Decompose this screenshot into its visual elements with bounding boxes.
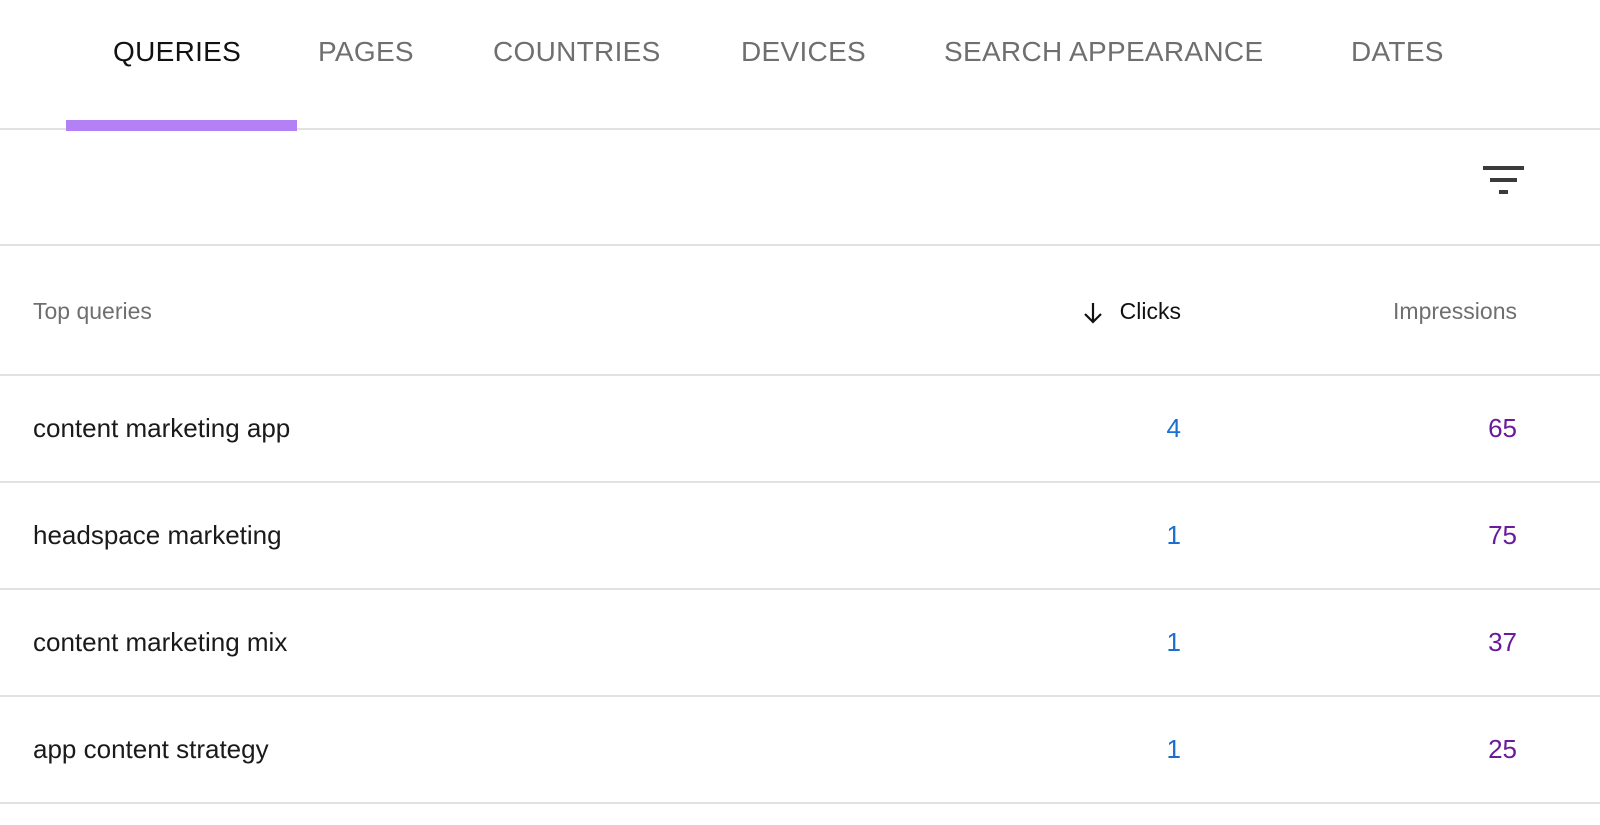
tab-queries[interactable]: QUERIES bbox=[113, 36, 241, 68]
clicks-cell: 4 bbox=[1166, 413, 1181, 443]
row-divider bbox=[0, 695, 1600, 697]
clicks-cell: 1 bbox=[1166, 520, 1181, 550]
tab-search-appearance[interactable]: SEARCH APPEARANCE bbox=[944, 36, 1263, 68]
header-divider bbox=[0, 374, 1600, 376]
impressions-cell: 65 bbox=[1488, 413, 1517, 443]
row-divider bbox=[0, 481, 1600, 483]
filter-icon bbox=[1483, 166, 1524, 170]
query-cell: content marketing mix bbox=[33, 627, 288, 657]
filter-icon-bar bbox=[1499, 190, 1508, 194]
filter-icon-bar bbox=[1490, 178, 1517, 182]
tab-pages[interactable]: PAGES bbox=[318, 36, 414, 68]
row-divider bbox=[0, 588, 1600, 590]
toolbar-divider bbox=[0, 244, 1600, 246]
table-row[interactable]: app content strategy 1 25 bbox=[0, 698, 1600, 803]
tab-devices[interactable]: DEVICES bbox=[741, 36, 866, 68]
clicks-cell: 1 bbox=[1166, 627, 1181, 657]
arrow-down-icon bbox=[1083, 302, 1102, 324]
impressions-cell: 37 bbox=[1488, 627, 1517, 657]
impressions-cell: 75 bbox=[1488, 520, 1517, 550]
tab-dates[interactable]: DATES bbox=[1351, 36, 1444, 68]
header-clicks-label: Clicks bbox=[1119, 298, 1181, 324]
table-row[interactable]: content marketing mix 1 37 bbox=[0, 591, 1600, 696]
header-impressions[interactable]: Impressions bbox=[1393, 298, 1517, 325]
active-tab-indicator bbox=[66, 120, 297, 131]
header-clicks[interactable]: Clicks bbox=[1082, 298, 1181, 325]
query-cell: headspace marketing bbox=[33, 520, 282, 550]
clicks-cell: 1 bbox=[1166, 734, 1181, 764]
table-row[interactable]: headspace marketing 1 75 bbox=[0, 484, 1600, 589]
query-cell: content marketing app bbox=[33, 413, 291, 443]
header-top-queries: Top queries bbox=[33, 298, 152, 324]
table-row[interactable]: content marketing app 4 65 bbox=[0, 377, 1600, 482]
tab-countries[interactable]: COUNTRIES bbox=[493, 36, 661, 68]
row-divider bbox=[0, 802, 1600, 804]
query-cell: app content strategy bbox=[33, 734, 269, 764]
impressions-cell: 25 bbox=[1488, 734, 1517, 764]
filter-button[interactable] bbox=[1480, 166, 1526, 196]
